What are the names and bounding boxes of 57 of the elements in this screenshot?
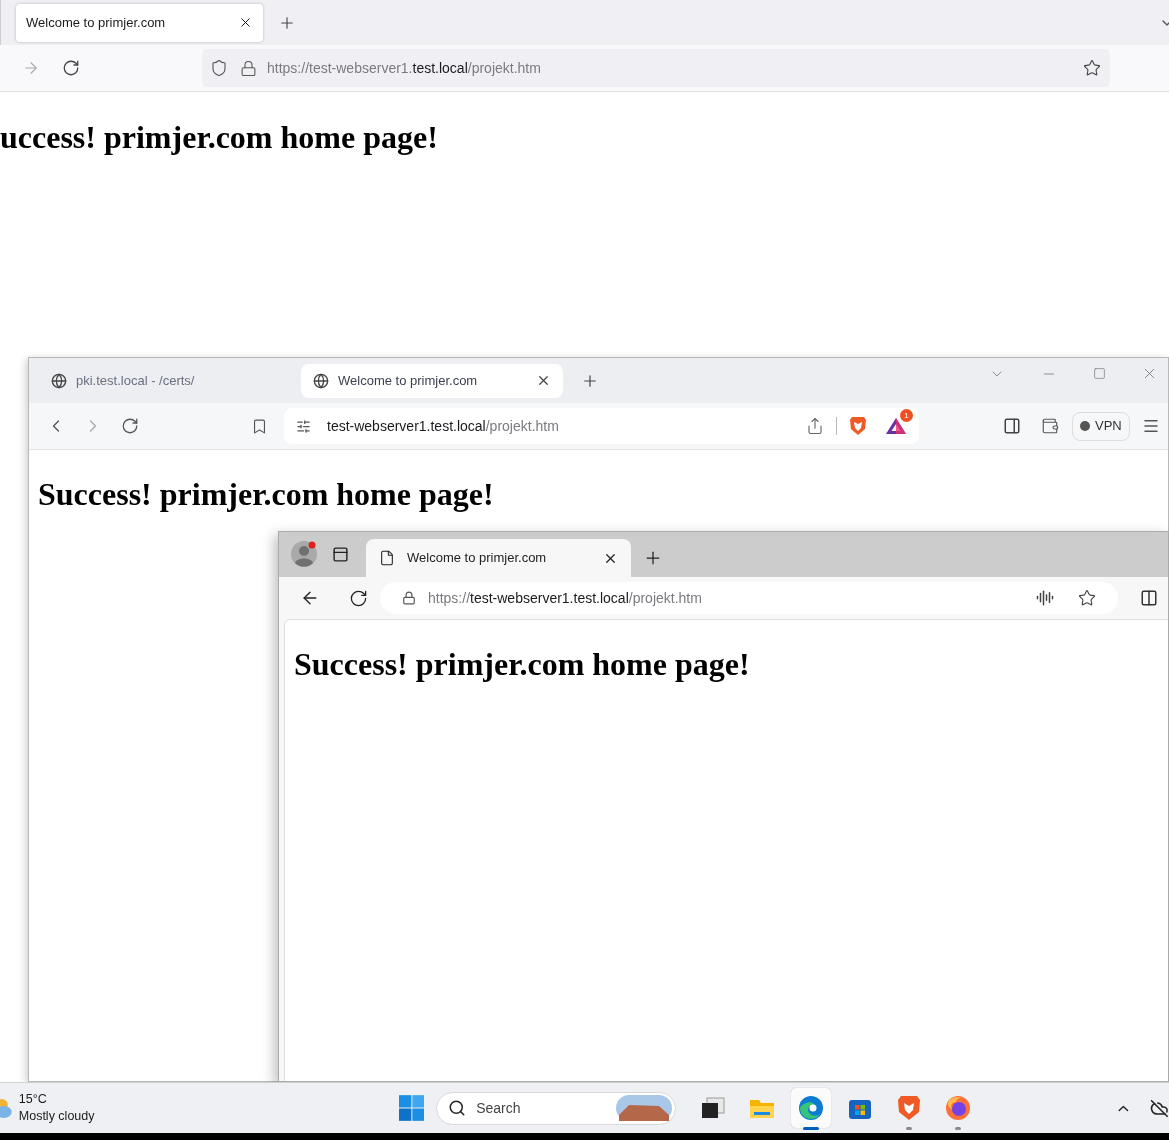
reload-icon[interactable] [349, 588, 368, 608]
url-text: test-webserver1.test.local [470, 589, 629, 606]
sidebar-icon[interactable] [1003, 417, 1021, 435]
close-icon[interactable] [536, 373, 551, 388]
split-screen-icon[interactable] [1140, 589, 1158, 607]
shield-icon[interactable] [210, 59, 228, 77]
url-text: /projekt.htm [467, 59, 541, 76]
cloud-off-icon[interactable] [1150, 1098, 1169, 1118]
url-text: /projekt.htm [485, 417, 559, 434]
close-icon[interactable] [238, 15, 253, 30]
lock-icon[interactable] [240, 59, 257, 77]
read-aloud-icon[interactable] [1036, 589, 1054, 607]
vpn-button[interactable]: VPN [1072, 411, 1130, 441]
url-text: test-webserver1.test.local [327, 417, 486, 434]
lion-shield-icon[interactable] [849, 416, 867, 436]
globe-icon [51, 372, 67, 389]
bookmark-star-icon[interactable] [1083, 59, 1101, 77]
search-icon [448, 1099, 467, 1117]
globe-icon [313, 372, 329, 389]
wallet-icon[interactable] [1041, 417, 1059, 435]
edge-browser-icon[interactable] [797, 1095, 824, 1121]
profile-avatar-icon[interactable] [291, 541, 317, 567]
url-text: /projekt.htm [628, 589, 702, 606]
url-text: test.local [412, 59, 468, 76]
folder-icon[interactable] [748, 1097, 775, 1119]
favorite-star-icon[interactable] [1078, 589, 1096, 607]
browser-tab[interactable]: Welcome to primjer.com [366, 539, 631, 577]
browser-tab[interactable]: pki.test.local - /certs/ [39, 363, 301, 398]
tab-actions-icon[interactable] [332, 546, 349, 563]
notification-badge: 1 [900, 409, 913, 422]
site-settings-icon[interactable] [296, 418, 311, 434]
url-text: https://test-webserver1. [267, 59, 413, 76]
page-heading: Success! primjer.com home page! [293, 645, 751, 683]
fox-globe-icon[interactable] [944, 1095, 971, 1121]
weather-condition: Mostly cloudy [18, 1108, 95, 1125]
task-view-icon[interactable] [700, 1097, 725, 1119]
reload-icon[interactable] [121, 417, 139, 435]
address-bar[interactable]: https://test-webserver1.test.local/projekt.htm [202, 49, 1110, 87]
triangle-icon[interactable] [885, 417, 907, 435]
share-icon[interactable] [806, 417, 824, 435]
landscape-picture [616, 1095, 673, 1121]
menu-icon[interactable] [1141, 417, 1160, 435]
search-field[interactable]: Search [436, 1091, 677, 1125]
weather-temperature: 15°C [18, 1091, 48, 1108]
bookmark-icon[interactable] [251, 417, 268, 435]
page-icon [379, 550, 395, 566]
start-icon[interactable] [398, 1095, 425, 1121]
address-bar[interactable]: test-webserver1.test.local/projekt.htm 1 [284, 408, 919, 444]
address-bar[interactable]: https://test-webserver1.test.local/projekt.htm [380, 582, 1118, 614]
page-heading: Success! primjer.com home page! [37, 475, 495, 513]
lion-shield-icon[interactable] [896, 1095, 921, 1121]
lock-icon[interactable] [402, 591, 416, 605]
page-heading: uccess! primjer.com home page! [0, 118, 439, 156]
url-text: https:// [428, 589, 471, 606]
browser-tab[interactable]: Welcome to primjer.com [301, 363, 563, 398]
reload-icon[interactable] [62, 59, 80, 77]
browser-tab[interactable]: Welcome to primjer.com [16, 3, 263, 42]
